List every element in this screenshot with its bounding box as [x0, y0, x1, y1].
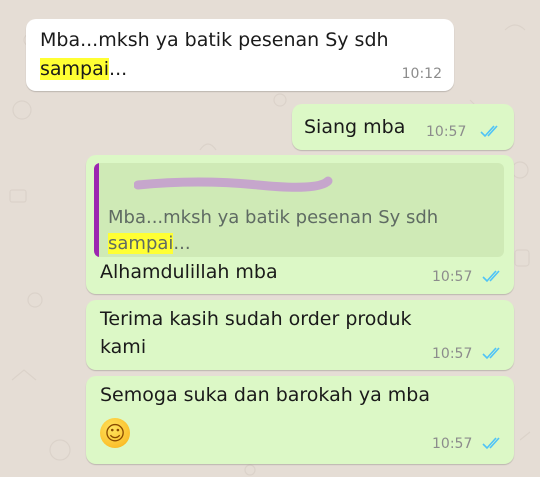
- message-text: Alhamdulillah mba: [100, 261, 278, 283]
- message-timestamp: 10:57: [432, 269, 473, 285]
- quoted-text-line-1: Mba...mksh ya batik pesenan Sy sdh: [108, 207, 439, 228]
- quoted-text-line-2: sampai...: [108, 233, 191, 254]
- message-text: Mba...mksh ya batik pesenan Sy sdh: [40, 29, 389, 51]
- incoming-message-bubble[interactable]: Mba...mksh ya batik pesenan Sy sdh sampa…: [26, 19, 454, 91]
- message-timestamp: 10:57: [426, 124, 467, 140]
- message-text-line-2: sampai...: [40, 58, 128, 80]
- message-text-line-2: kami: [100, 336, 147, 358]
- message-text: Semoga suka dan barokah ya mba: [100, 384, 430, 406]
- read-receipt-icon: [482, 437, 500, 450]
- outgoing-message-bubble[interactable]: Siang mba 10:57: [292, 104, 514, 150]
- quoted-sender-name-redacted: [134, 176, 333, 192]
- outgoing-message-bubble[interactable]: Semoga suka dan barokah ya mba ☺ 10:57: [86, 376, 514, 464]
- read-receipt-icon: [482, 270, 500, 283]
- highlighted-search-term: sampai: [40, 58, 110, 80]
- smiling-face-emoji-icon: ☺: [100, 418, 130, 448]
- outgoing-message-bubble[interactable]: Terima kasih sudah order produk kami 10:…: [86, 300, 514, 370]
- highlighted-search-term: sampai: [108, 233, 174, 254]
- read-receipt-icon: [482, 347, 500, 360]
- quoted-message[interactable]: Mba...mksh ya batik pesenan Sy sdh sampa…: [94, 163, 504, 257]
- message-timestamp: 10:57: [432, 436, 473, 452]
- quote-accent-bar: [94, 163, 99, 257]
- message-text-line-1: Terima kasih sudah order produk: [100, 308, 412, 330]
- message-text: Siang mba: [304, 116, 406, 138]
- outgoing-reply-bubble[interactable]: Mba...mksh ya batik pesenan Sy sdh sampa…: [86, 155, 514, 294]
- read-receipt-icon: [480, 125, 498, 138]
- message-timestamp: 10:57: [432, 346, 473, 362]
- message-timestamp: 10:12: [401, 66, 442, 82]
